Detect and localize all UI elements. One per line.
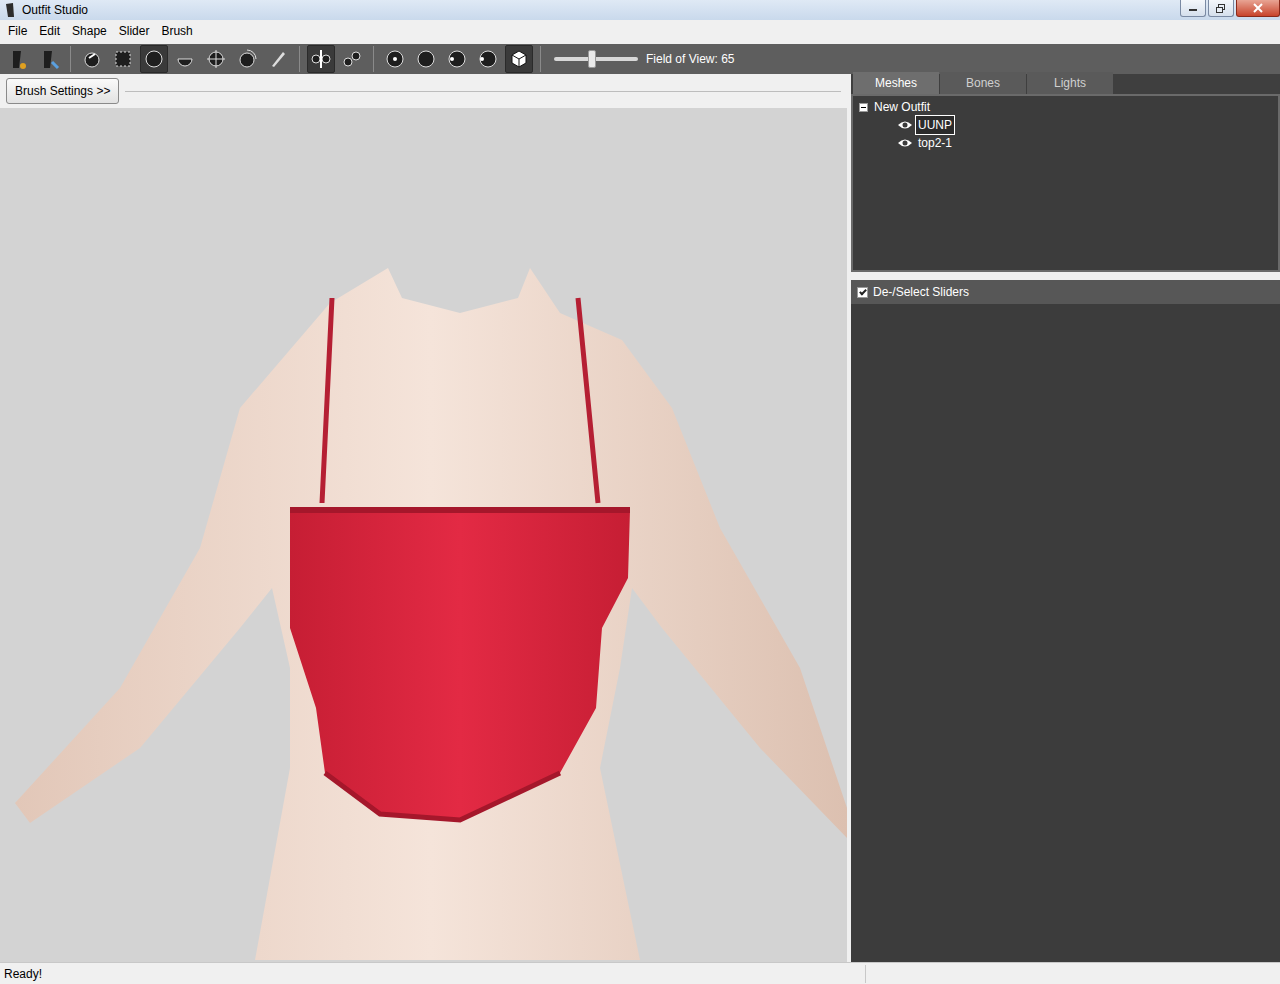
- brush-bar-line: [125, 91, 841, 92]
- status-bar: Ready!: [0, 962, 1280, 984]
- window-title: Outfit Studio: [22, 1, 88, 19]
- viewport[interactable]: [0, 108, 847, 962]
- panel-tab[interactable]: Meshes: [853, 72, 939, 94]
- window-controls: [1180, 0, 1280, 20]
- fov-slider[interactable]: [554, 57, 638, 61]
- tool-icon: [477, 48, 499, 70]
- fov-slider-thumb[interactable]: [588, 50, 596, 68]
- tool-icon: [310, 48, 332, 70]
- minimize-icon: [1188, 4, 1198, 12]
- tool-icon: [267, 48, 289, 70]
- model-render: [0, 108, 847, 960]
- app-icon: [4, 2, 16, 18]
- minimize-button[interactable]: [1180, 0, 1206, 17]
- tree-item[interactable]: UUNP: [859, 116, 1272, 134]
- tool-button[interactable]: [381, 45, 409, 73]
- toolbar-separator: [299, 46, 300, 72]
- tool-icon: [112, 48, 134, 70]
- slider-panel: De-/Select Sliders: [851, 280, 1280, 962]
- tree-item-label[interactable]: top2-1: [915, 133, 955, 153]
- tool-icon: [384, 48, 406, 70]
- tool-button[interactable]: [233, 45, 261, 73]
- tool-button[interactable]: [264, 45, 292, 73]
- menu-item[interactable]: Edit: [33, 20, 66, 42]
- menu-item[interactable]: Slider: [113, 20, 156, 42]
- menu-bar: FileEditShapeSliderBrush: [0, 20, 1280, 42]
- brush-settings-button[interactable]: Brush Settings >>: [6, 78, 119, 104]
- tree-item[interactable]: top2-1: [859, 134, 1272, 152]
- tool-icon: [508, 48, 530, 70]
- tree-root[interactable]: New Outfit: [859, 98, 1272, 116]
- tool-icon: [7, 48, 29, 70]
- tool-icon: [81, 48, 103, 70]
- fov-control: Field of View: 65: [554, 50, 735, 68]
- tool-icon: [174, 48, 196, 70]
- main-area: Brush Settings >>MeshesBonesLightsNew Ou…: [0, 74, 1280, 962]
- viewport-panel: Brush Settings >>: [0, 74, 851, 962]
- tool-button[interactable]: [412, 45, 440, 73]
- close-button[interactable]: [1236, 0, 1280, 17]
- tool-button[interactable]: [78, 45, 106, 73]
- tool-button[interactable]: [505, 45, 533, 73]
- tool-icon: [446, 48, 468, 70]
- title-bar: Outfit Studio: [0, 0, 1280, 20]
- tool-button[interactable]: [109, 45, 137, 73]
- tool-button[interactable]: [307, 45, 335, 73]
- menu-item[interactable]: File: [2, 20, 33, 42]
- tool-icon: [143, 48, 165, 70]
- tool-icon: [236, 48, 258, 70]
- expander-icon: [859, 103, 868, 112]
- tool-button[interactable]: [443, 45, 471, 73]
- tool-button[interactable]: [474, 45, 502, 73]
- tool-icon: [415, 48, 437, 70]
- tool-button[interactable]: [140, 45, 168, 73]
- tool-icon: [38, 48, 60, 70]
- tree-root-label: New Outfit: [874, 98, 930, 116]
- tree-item-label[interactable]: UUNP: [915, 115, 955, 135]
- restore-button[interactable]: [1208, 0, 1234, 17]
- toolbar-separator: [540, 46, 541, 72]
- tool-icon: [341, 48, 363, 70]
- panel-tab[interactable]: Bones: [940, 72, 1026, 94]
- close-icon: [1252, 3, 1264, 13]
- tool-icon: [205, 48, 227, 70]
- toolbar-separator: [373, 46, 374, 72]
- select-sliders-label: De-/Select Sliders: [873, 283, 969, 301]
- mesh-tree: New OutfitUUNPtop2-1: [851, 94, 1280, 272]
- panel-tabs: MeshesBonesLights: [851, 74, 1280, 94]
- menu-item[interactable]: Shape: [66, 20, 113, 42]
- eye-icon: [897, 137, 913, 149]
- panel-tab[interactable]: Lights: [1027, 72, 1113, 94]
- tool-button[interactable]: [171, 45, 199, 73]
- tool-button[interactable]: [4, 45, 32, 73]
- tool-button[interactable]: [338, 45, 366, 73]
- menu-item[interactable]: Brush: [155, 20, 198, 42]
- toolbar-separator: [70, 46, 71, 72]
- tool-button[interactable]: [35, 45, 63, 73]
- fov-label: Field of View: 65: [646, 50, 735, 68]
- brush-bar: Brush Settings >>: [0, 74, 847, 108]
- side-panel: MeshesBonesLightsNew OutfitUUNPtop2-1De-…: [851, 74, 1280, 962]
- toolbar: Field of View: 65: [0, 42, 1280, 74]
- eye-icon: [897, 119, 913, 131]
- slider-header: De-/Select Sliders: [851, 280, 1280, 304]
- status-text: Ready!: [0, 965, 866, 983]
- tool-button[interactable]: [202, 45, 230, 73]
- restore-icon: [1216, 4, 1226, 13]
- select-sliders-checkbox[interactable]: [857, 287, 868, 298]
